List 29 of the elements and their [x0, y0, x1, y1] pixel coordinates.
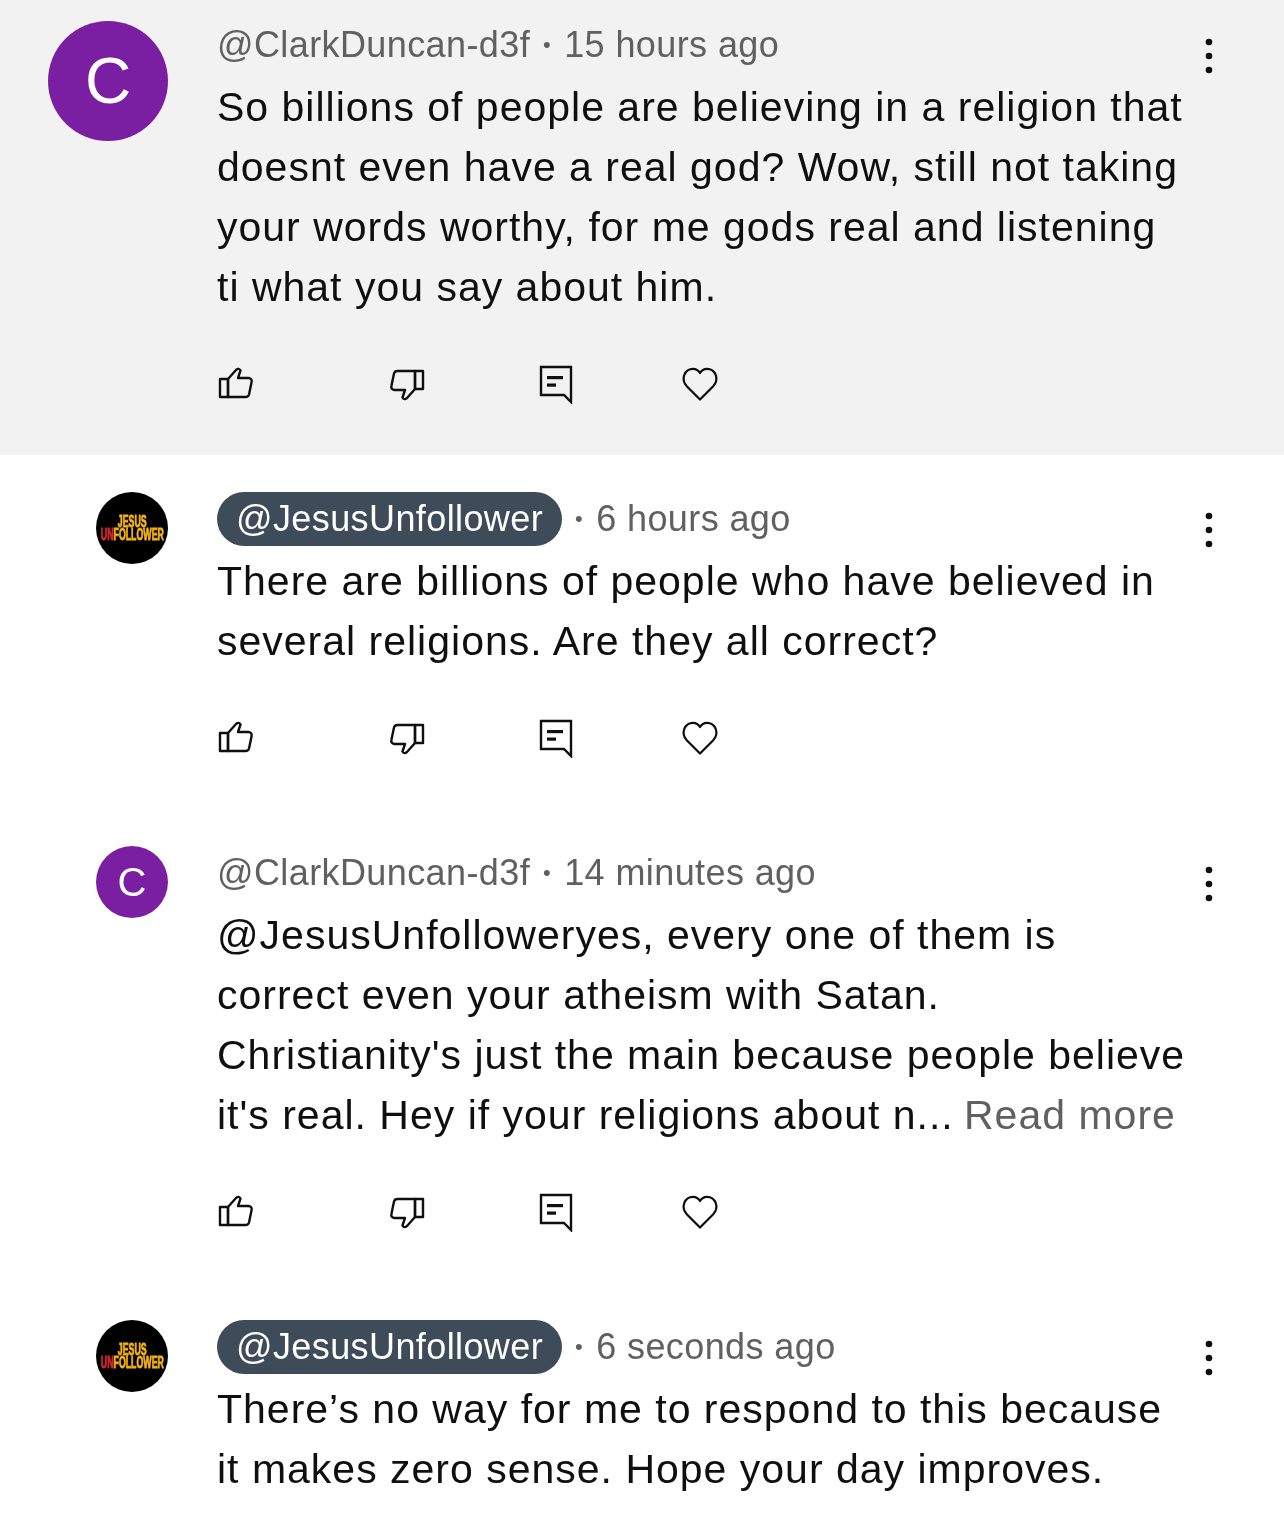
more-options-button[interactable]	[1205, 512, 1213, 548]
more-options-icon	[1205, 1340, 1213, 1376]
more-options-icon	[1205, 38, 1213, 74]
timestamp: 6 hours ago	[596, 498, 791, 540]
timestamp: 15 hours ago	[564, 24, 780, 66]
more-options-button[interactable]	[1205, 1340, 1213, 1376]
channel-logo[interactable]: JESUS UNFOLLOWER	[96, 492, 168, 564]
separator-dot: •	[575, 505, 584, 533]
more-options-icon	[1205, 512, 1213, 548]
separator-dot: •	[543, 31, 552, 59]
more-options-icon	[1205, 866, 1213, 902]
author-chip[interactable]: @JesusUnfollower	[217, 492, 563, 546]
author-name[interactable]: @ClarkDuncan-d3f	[217, 846, 531, 900]
channel-logo[interactable]: JESUS UNFOLLOWER	[96, 1320, 168, 1392]
comment-text: @JesusUnfolloweryes, every one of them is correct even your atheism with Satan. Christianity's just the main because people believe it's real. Hey if your religions about n... Read more	[217, 911, 1187, 1140]
read-more-link[interactable]: Read more	[964, 1092, 1176, 1138]
comment-text: There’s no way for me to respond to this because it makes zero sense. Hope your day improves.	[217, 1385, 1164, 1494]
more-options-button[interactable]	[1205, 38, 1213, 74]
timestamp: 14 minutes ago	[564, 852, 816, 894]
comment-text: There are billions of people who have believed in several religions. Are they all correct?	[217, 557, 1156, 666]
separator-dot: •	[575, 1333, 584, 1361]
separator-dot: •	[543, 859, 552, 887]
timestamp: 6 seconds ago	[596, 1326, 836, 1368]
comment-text: So billions of people are believing in a religion that doesnt even have a real god? Wow, still not taking your words worthy, for me gods real and listening ti what you say about him.	[217, 83, 1184, 312]
user-avatar[interactable]: C	[48, 21, 168, 141]
author-name[interactable]: @ClarkDuncan-d3f	[217, 18, 531, 72]
user-avatar[interactable]: C	[96, 846, 168, 918]
more-options-button[interactable]	[1205, 866, 1213, 902]
author-chip[interactable]: @JesusUnfollower	[217, 1320, 563, 1374]
